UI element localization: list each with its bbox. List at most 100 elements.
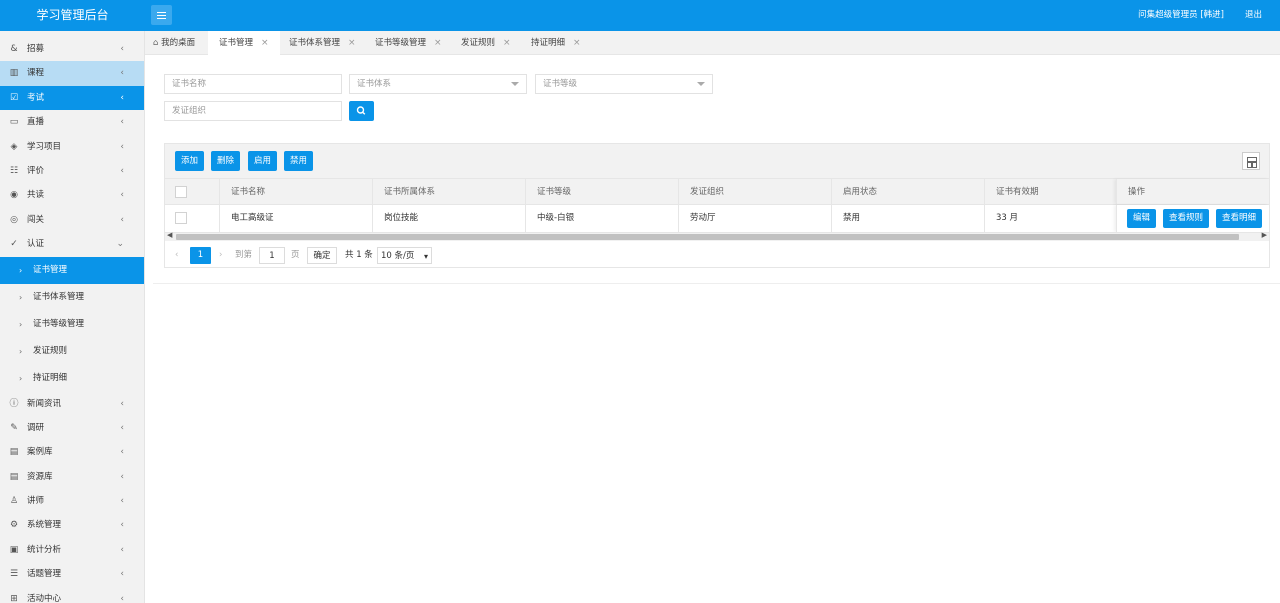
chevron-left-icon: ‹ <box>120 447 124 458</box>
column-header[interactable]: 证书所属体系 <box>372 179 525 204</box>
logout-link[interactable]: 退出 <box>1245 0 1262 31</box>
sidebar-subitem-issue-rules[interactable]: › 发证规则 <box>0 338 144 365</box>
database-icon: ▤ <box>9 471 19 482</box>
sidebar-item-resource-library[interactable]: ▤ 资源库 ‹ <box>0 465 144 489</box>
sidebar-item-activity-center[interactable]: ⊞ 活动中心 ‹ <box>0 587 144 603</box>
sidebar-item-survey[interactable]: ✎ 调研 ‹ <box>0 416 144 440</box>
table-toolbar: 添加 删除 启用 禁用 <box>165 144 1269 179</box>
page-size-select[interactable]: 10 条/页 ▾ <box>377 247 432 264</box>
view-rules-button[interactable]: 查看规则 <box>1163 209 1210 228</box>
chevron-left-icon: ‹ <box>120 520 124 531</box>
sidebar-item-label: 统计分析 <box>27 544 62 555</box>
row-checkbox[interactable] <box>175 212 187 224</box>
delete-button[interactable]: 删除 <box>211 151 241 171</box>
cert-system-select[interactable]: 证书体系 <box>349 74 527 94</box>
tab-cert-level[interactable]: 证书等级管理 × <box>375 31 442 55</box>
sidebar-item-reading[interactable]: ◉ 共读 ‹ <box>0 183 144 207</box>
tab-holder-details[interactable]: 持证明细 × <box>531 31 581 55</box>
sidebar-item-live[interactable]: ▭ 直播 ‹ <box>0 110 144 134</box>
sidebar-item-challenge[interactable]: ◎ 闯关 ‹ <box>0 208 144 232</box>
sidebar-item-news[interactable]: ⓘ 新闻资讯 ‹ <box>0 392 144 416</box>
caret-right-icon: › <box>19 346 23 356</box>
sidebar-item-statistics[interactable]: ▣ 统计分析 ‹ <box>0 538 144 562</box>
tab-cert-management[interactable]: 证书管理 × <box>208 31 280 55</box>
home-icon: ⌂ <box>153 38 159 48</box>
page-number-current[interactable]: 1 <box>190 247 211 264</box>
chart-icon: ▣ <box>9 544 19 555</box>
sidebar-subitem-holder-details[interactable]: › 持证明细 <box>0 365 144 392</box>
row-checkbox-cell <box>165 205 219 232</box>
chevron-left-icon: ‹ <box>120 569 124 580</box>
sidebar-item-label: 招募 <box>27 44 45 54</box>
sidebar-item-recruit[interactable]: & 招募 ‹ <box>0 37 144 61</box>
sidebar-item-label: 案例库 <box>27 447 53 458</box>
column-filter-icon[interactable] <box>1242 152 1260 170</box>
close-icon[interactable]: × <box>434 38 442 48</box>
sidebar: & 招募 ‹ ▥ 课程 ‹ ☑ 考试 ‹ ▭ 直播 ‹ ◈ 学习项目 ‹ ☷ 评… <box>0 31 145 603</box>
sidebar-item-label: 认证 <box>27 239 45 250</box>
cell-issuer: 劳动厅 <box>678 205 831 232</box>
sidebar-item-certification[interactable]: ✓ 认证 ⌄ <box>0 232 144 256</box>
tab-my-desktop[interactable]: ⌂ 我的桌面 <box>153 31 195 55</box>
sidebar-item-project[interactable]: ◈ 学习项目 ‹ <box>0 135 144 159</box>
goto-page-input[interactable]: 1 <box>259 247 285 264</box>
sidebar-item-evaluation[interactable]: ☷ 评价 ‹ <box>0 159 144 183</box>
scrollbar-thumb[interactable] <box>176 234 1239 240</box>
select-all-checkbox[interactable] <box>175 186 187 198</box>
close-icon[interactable]: × <box>573 38 581 48</box>
tab-issue-rules[interactable]: 发证规则 × <box>461 31 511 55</box>
edit-button[interactable]: 编辑 <box>1127 209 1157 228</box>
issuer-input[interactable]: 发证组织 <box>164 101 342 121</box>
sidebar-item-label: 讲师 <box>27 496 45 507</box>
sidebar-item-label: 课程 <box>27 68 45 79</box>
header-checkbox-cell <box>165 179 219 204</box>
close-icon[interactable]: × <box>261 38 269 48</box>
column-header[interactable]: 证书有效期 <box>984 179 1116 204</box>
prev-page-icon[interactable]: ‹ <box>175 247 178 264</box>
sidebar-item-lecturer[interactable]: ♙ 讲师 ‹ <box>0 489 144 513</box>
column-header[interactable]: 发证组织 <box>678 179 831 204</box>
scroll-right-icon[interactable]: ▶ <box>1262 231 1267 239</box>
search-button[interactable] <box>349 101 374 121</box>
tab-label: 证书管理 <box>219 38 254 48</box>
tab-label: 发证规则 <box>461 38 496 48</box>
cell-cert-name: 电工高级证 <box>219 205 372 232</box>
cert-name-input[interactable]: 证书名称 <box>164 74 342 94</box>
sidebar-subitem-cert-management[interactable]: › 证书管理 <box>0 256 144 284</box>
sidebar-item-label: 直播 <box>27 117 45 128</box>
target-icon: ◎ <box>10 214 18 225</box>
chevron-down-icon: ⌄ <box>116 239 124 250</box>
sidebar-subitem-label: 证书体系管理 <box>33 291 85 302</box>
enable-button[interactable]: 启用 <box>248 151 278 171</box>
sidebar-item-course[interactable]: ▥ 课程 ‹ <box>0 61 144 86</box>
sidebar-item-system-management[interactable]: ⚙ 系统管理 ‹ <box>0 513 144 537</box>
add-button[interactable]: 添加 <box>175 151 205 171</box>
sidebar-subitem-cert-system[interactable]: › 证书体系管理 <box>0 284 144 311</box>
column-header[interactable]: 启用状态 <box>831 179 984 204</box>
sidebar-item-exam[interactable]: ☑ 考试 ‹ <box>0 85 144 111</box>
view-details-button[interactable]: 查看明细 <box>1216 209 1263 228</box>
sidebar-subitem-cert-level[interactable]: › 证书等级管理 <box>0 311 144 338</box>
horizontal-scrollbar[interactable]: ◀ ▶ <box>165 231 1269 241</box>
menu-toggle-button[interactable] <box>151 5 172 25</box>
cell-validity: 33 月 <box>984 205 1116 232</box>
next-page-icon[interactable]: › <box>219 247 222 264</box>
chevron-left-icon: ‹ <box>120 44 124 54</box>
sidebar-item-topics[interactable]: ☰ 话题管理 ‹ <box>0 562 144 586</box>
close-icon[interactable]: × <box>348 38 356 48</box>
scroll-left-icon[interactable]: ◀ <box>167 231 172 239</box>
page-size-value: 10 条/页 <box>381 251 415 261</box>
caret-down-icon <box>697 82 705 86</box>
column-header[interactable]: 证书名称 <box>219 179 372 204</box>
tab-cert-system[interactable]: 证书体系管理 × <box>289 31 356 55</box>
table-header: 证书名称 证书所属体系 证书等级 发证组织 启用状态 证书有效期 操作 <box>165 179 1269 205</box>
sidebar-item-case-library[interactable]: ▤ 案例库 ‹ <box>0 440 144 464</box>
close-icon[interactable]: × <box>503 38 511 48</box>
goto-confirm-button[interactable]: 确定 <box>307 247 337 264</box>
data-table-panel: 添加 删除 启用 禁用 证书名称 证书所属体系 证书等级 发证组织 启用状态 证… <box>164 143 1270 268</box>
column-header[interactable]: 证书等级 <box>525 179 678 204</box>
cert-level-select[interactable]: 证书等级 <box>535 74 713 94</box>
chevron-left-icon: ‹ <box>120 398 124 409</box>
check-circle-icon: ✓ <box>10 239 18 250</box>
disable-button[interactable]: 禁用 <box>284 151 314 171</box>
